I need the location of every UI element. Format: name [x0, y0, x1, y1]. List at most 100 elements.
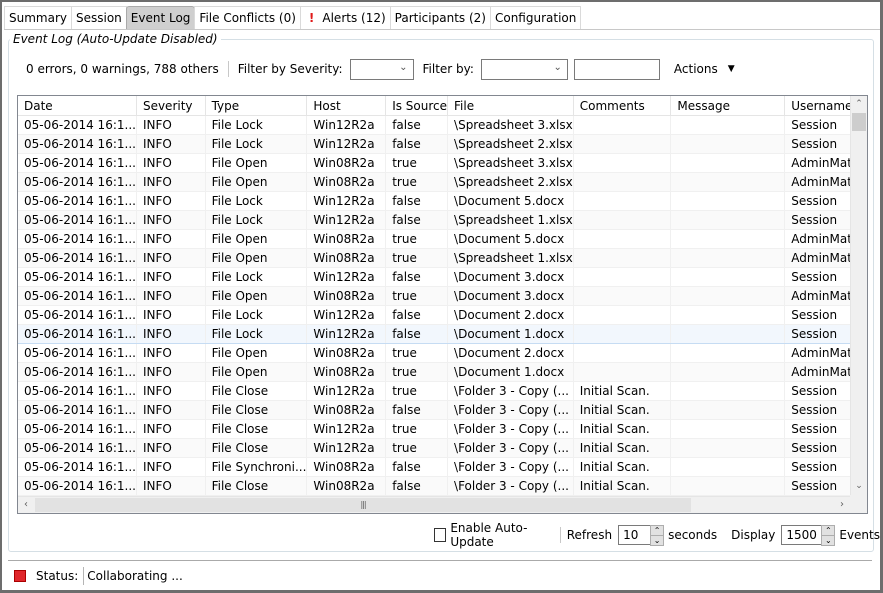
scroll-down-icon[interactable]: ⌄	[851, 478, 867, 495]
column-header-is-source[interactable]: Is Source	[385, 96, 449, 116]
increment-icon[interactable]: ⌃	[650, 525, 665, 536]
cell-type: File Close	[205, 438, 308, 458]
window: Summary Session Event Log File Conflicts…	[2, 2, 880, 590]
cell-is-source: true	[385, 419, 449, 439]
column-header-severity[interactable]: Severity	[136, 96, 206, 116]
table-row[interactable]: 05-06-2014 16:1... INFO File Lock Win12R2a f…	[18, 191, 867, 211]
cell-file: \Folder 3 - Copy (...	[447, 438, 574, 458]
scroll-left-icon[interactable]: ‹	[18, 497, 34, 513]
cell-comments	[573, 362, 672, 382]
severity-filter-dropdown[interactable]: ⌄	[349, 58, 414, 80]
cell-message	[670, 305, 786, 325]
tab-label: Participants (2)	[394, 11, 486, 25]
decrement-icon[interactable]: ⌄	[650, 536, 665, 546]
chevron-down-icon: ⌄	[553, 61, 562, 73]
cell-host: Win08R2a	[306, 229, 387, 249]
column-header-file[interactable]: File	[447, 96, 574, 116]
refresh-input[interactable]: 10	[618, 525, 651, 545]
separator	[227, 61, 229, 77]
cell-severity: INFO	[136, 400, 206, 420]
cell-host: Win08R2a	[306, 248, 387, 268]
table-row[interactable]: 05-06-2014 16:1... INFO File Lock Win12R2a f…	[18, 134, 867, 154]
cell-host: Win12R2a	[306, 134, 387, 154]
cell-type: File Lock	[205, 305, 308, 325]
tab-summary[interactable]: Summary	[4, 6, 72, 29]
cell-type: File Open	[205, 286, 308, 306]
cell-type: File Close	[205, 476, 308, 496]
column-header-date[interactable]: Date	[18, 96, 137, 116]
table-row[interactable]: 05-06-2014 16:1... INFO File Open Win08R2a t…	[18, 362, 867, 382]
increment-icon[interactable]: ⌃	[821, 525, 836, 536]
display-stepper[interactable]: 1500 ⌃ ⌄	[781, 525, 836, 546]
auto-update-label[interactable]: Enable Auto-Update	[450, 521, 554, 549]
table-row[interactable]: 05-06-2014 16:1... INFO File Close Win12R2a…	[18, 438, 867, 458]
cell-message	[670, 153, 786, 173]
status-indicator-icon	[14, 570, 26, 582]
cell-host: Win12R2a	[306, 381, 387, 401]
horizontal-scroll-thumb[interactable]: |||	[35, 498, 691, 512]
column-header-message[interactable]: Message	[670, 96, 786, 116]
column-header-type[interactable]: Type	[205, 96, 308, 116]
cell-comments	[573, 210, 672, 230]
cell-host: Win12R2a	[306, 419, 387, 439]
table-body: 05-06-2014 16:1... INFO File Lock Win12R2a f…	[18, 115, 867, 496]
column-header-comments[interactable]: Comments	[573, 96, 672, 116]
table-row[interactable]: 05-06-2014 16:1... INFO File Lock Win12R2a f…	[18, 324, 867, 344]
tab-label: Session	[76, 11, 122, 25]
table-row[interactable]: 05-06-2014 16:1... INFO File Close Win08R2a…	[18, 476, 867, 496]
vertical-scrollbar[interactable]: ⌃ ⌄	[850, 96, 867, 495]
cell-date: 05-06-2014 16:1...	[18, 419, 137, 439]
cell-type: File Close	[205, 400, 308, 420]
actions-menu-button[interactable]: Actions ▼	[674, 62, 735, 76]
table-row[interactable]: 05-06-2014 16:1... INFO File Open Win08R2a t…	[18, 343, 867, 363]
table-row[interactable]: 05-06-2014 16:1... INFO File Lock Win12R2a f…	[18, 210, 867, 230]
table-row[interactable]: 05-06-2014 16:1... INFO File Close Win08R2a…	[18, 400, 867, 420]
scroll-right-icon[interactable]: ›	[834, 497, 850, 513]
cell-date: 05-06-2014 16:1...	[18, 229, 137, 249]
horizontal-scrollbar[interactable]: ‹ ||| ›	[18, 496, 850, 513]
cell-file: \Folder 3 - Copy (...	[447, 476, 574, 496]
cell-is-source: true	[385, 381, 449, 401]
tab-configuration[interactable]: Configuration	[489, 6, 582, 29]
cell-is-source: true	[385, 343, 449, 363]
table-row[interactable]: 05-06-2014 16:1... INFO File Lock Win12R2a f…	[18, 115, 867, 135]
tab-file-conflicts[interactable]: File Conflicts (0)	[194, 6, 301, 29]
cell-date: 05-06-2014 16:1...	[18, 324, 137, 344]
tab-event-log[interactable]: Event Log	[125, 6, 196, 29]
table-row[interactable]: 05-06-2014 16:1... INFO File Lock Win12R2a f…	[18, 267, 867, 287]
table-row[interactable]: 05-06-2014 16:1... INFO File Open Win08R2a t…	[18, 153, 867, 173]
caret-down-icon: ▼	[727, 64, 735, 74]
scroll-up-icon[interactable]: ⌃	[851, 96, 867, 113]
decrement-icon[interactable]: ⌄	[821, 536, 836, 546]
cell-file: \Spreadsheet 1.xlsx	[447, 210, 574, 230]
table-row[interactable]: 05-06-2014 16:1... INFO File Lock Win12R2a f…	[18, 305, 867, 325]
table-row[interactable]: 05-06-2014 16:1... INFO File Open Win08R2a t…	[18, 286, 867, 306]
cell-comments	[573, 286, 672, 306]
cell-comments	[573, 248, 672, 268]
table-row[interactable]: 05-06-2014 16:1... INFO File Open Win08R2a t…	[18, 229, 867, 249]
table-row[interactable]: 05-06-2014 16:1... INFO File Open Win08R2a t…	[18, 248, 867, 268]
table-row[interactable]: 05-06-2014 16:1... INFO File Open Win08R2a t…	[18, 172, 867, 192]
cell-is-source: false	[385, 267, 449, 287]
cell-severity: INFO	[136, 381, 206, 401]
refresh-stepper[interactable]: 10 ⌃ ⌄	[618, 525, 665, 546]
tab-alerts[interactable]: ! Alerts (12)	[299, 6, 391, 29]
cell-type: File Lock	[205, 134, 308, 154]
filter-by-label: Filter by:	[422, 62, 474, 76]
auto-update-checkbox[interactable]	[434, 528, 447, 542]
cell-comments	[573, 191, 672, 211]
cell-message	[670, 362, 786, 382]
cell-date: 05-06-2014 16:1...	[18, 362, 137, 382]
cell-file: \Document 5.docx	[447, 229, 574, 249]
vertical-scroll-thumb[interactable]	[852, 113, 866, 131]
filter-text-input[interactable]	[573, 58, 660, 80]
cell-severity: INFO	[136, 172, 206, 192]
column-header-host[interactable]: Host	[306, 96, 387, 116]
table-row[interactable]: 05-06-2014 16:1... INFO File Synchroni... W…	[18, 457, 867, 477]
tab-participants[interactable]: Participants (2)	[389, 6, 491, 29]
filter-by-dropdown[interactable]: ⌄	[480, 58, 568, 80]
tab-session[interactable]: Session	[71, 6, 127, 29]
table-row[interactable]: 05-06-2014 16:1... INFO File Close Win12R2a…	[18, 381, 867, 401]
table-row[interactable]: 05-06-2014 16:1... INFO File Close Win12R2a…	[18, 419, 867, 439]
display-count-input[interactable]: 1500	[781, 525, 822, 545]
